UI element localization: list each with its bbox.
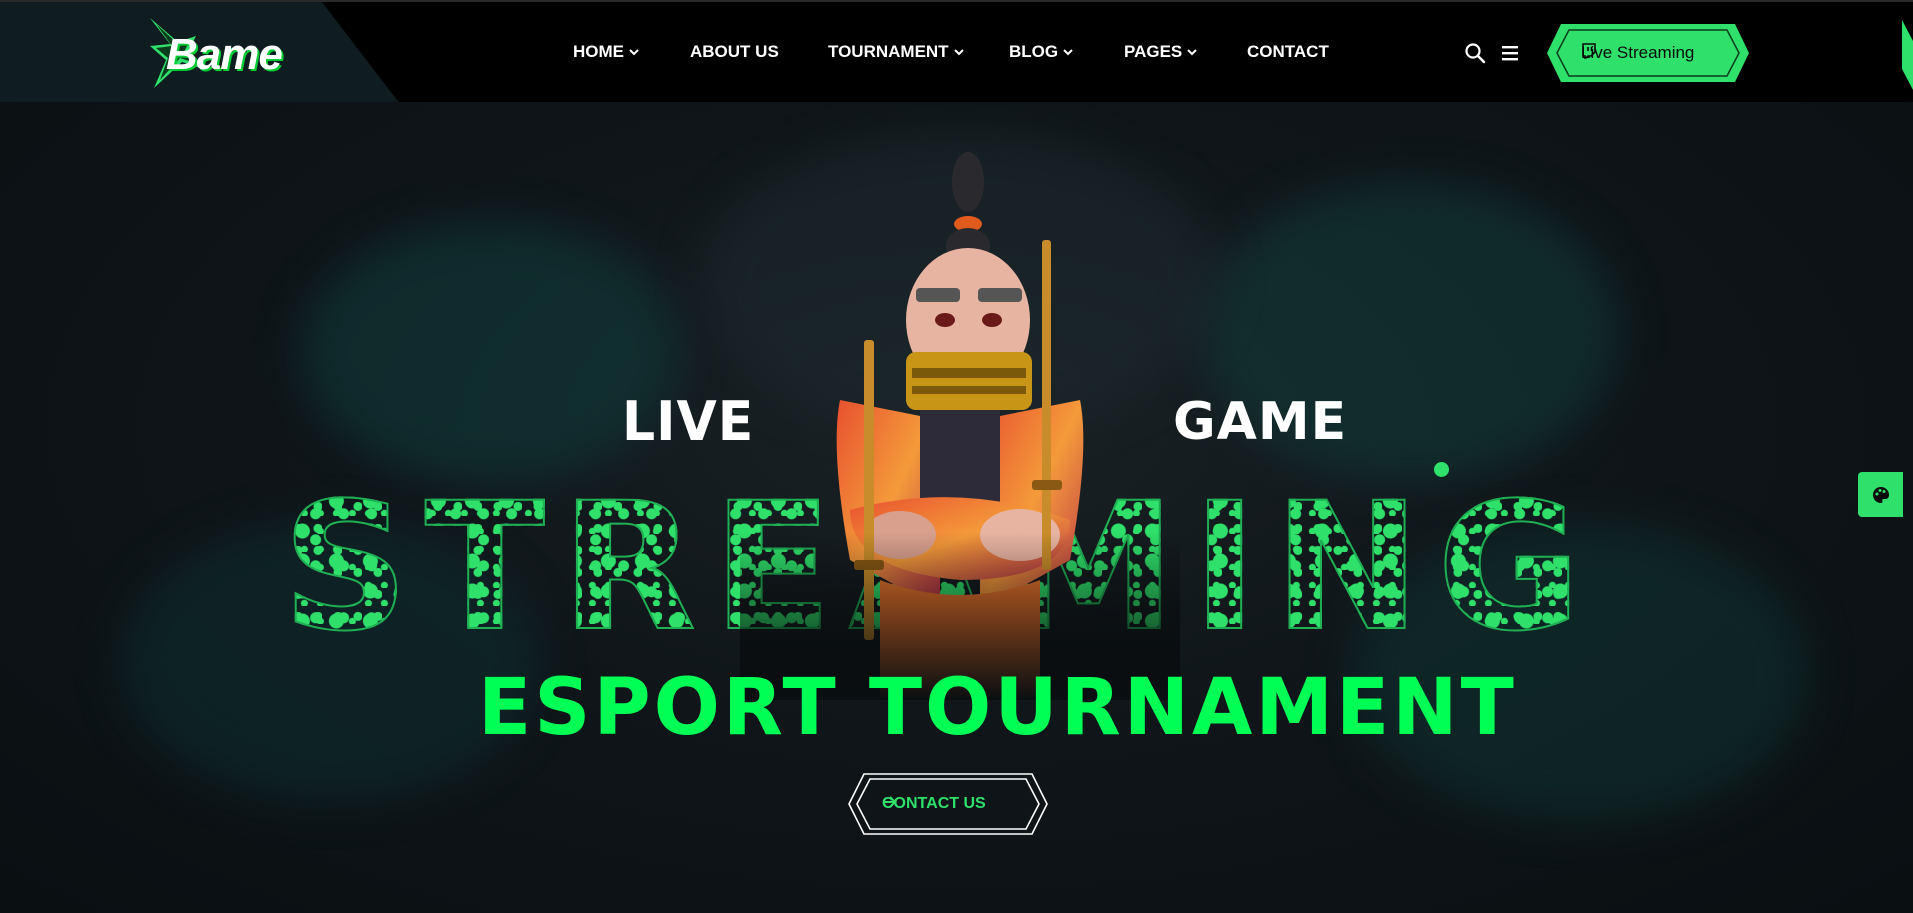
color-palette-toggle[interactable] (1858, 472, 1903, 517)
chevron-down-icon (953, 49, 964, 56)
chevron-down-icon (1063, 49, 1073, 56)
hero-headline: ESPORT TOURNAMENT (478, 663, 1517, 753)
arrow-right-icon (883, 796, 897, 808)
chevron-down-icon (1187, 49, 1197, 56)
samurai-warrior-illustration (740, 140, 1180, 700)
nav-item-about[interactable]: ABOUT US (690, 42, 779, 62)
hero-live-word: LIVE (622, 390, 755, 454)
palette-icon (1872, 486, 1889, 503)
nav-item-label: BLOG (1009, 42, 1059, 61)
site-header: Bame HOME ABOUT US TOURNAMENT BLOG PAGES… (0, 0, 1913, 104)
nav-item-pages[interactable]: PAGES (1124, 42, 1197, 62)
nav-item-contact[interactable]: CONTACT (1247, 42, 1329, 62)
nav-item-home[interactable]: HOME (573, 42, 639, 62)
nav-item-label: HOME (573, 42, 624, 61)
nav-item-label: ABOUT US (690, 42, 779, 61)
search-icon[interactable] (1464, 42, 1486, 64)
nav-item-label: TOURNAMENT (828, 42, 949, 61)
logo-wordmark: Bame (166, 30, 283, 79)
chevron-down-icon (629, 49, 639, 56)
site-logo[interactable]: Bame (148, 16, 298, 90)
nav-item-blog[interactable]: BLOG (1009, 42, 1073, 62)
contact-us-button[interactable]: CONTACT US (848, 773, 1048, 835)
nav-item-tournament[interactable]: TOURNAMENT (828, 42, 964, 62)
live-streaming-label: Live Streaming (1581, 43, 1695, 62)
hamburger-icon[interactable] (1500, 43, 1520, 63)
live-streaming-button[interactable]: Live Streaming (1547, 24, 1749, 82)
nav-item-label: CONTACT (1247, 42, 1329, 61)
hero-game-word: GAME (1173, 392, 1348, 452)
twitch-icon (1582, 43, 1596, 59)
nav-item-label: PAGES (1124, 42, 1183, 61)
edge-accent (1902, 20, 1913, 90)
